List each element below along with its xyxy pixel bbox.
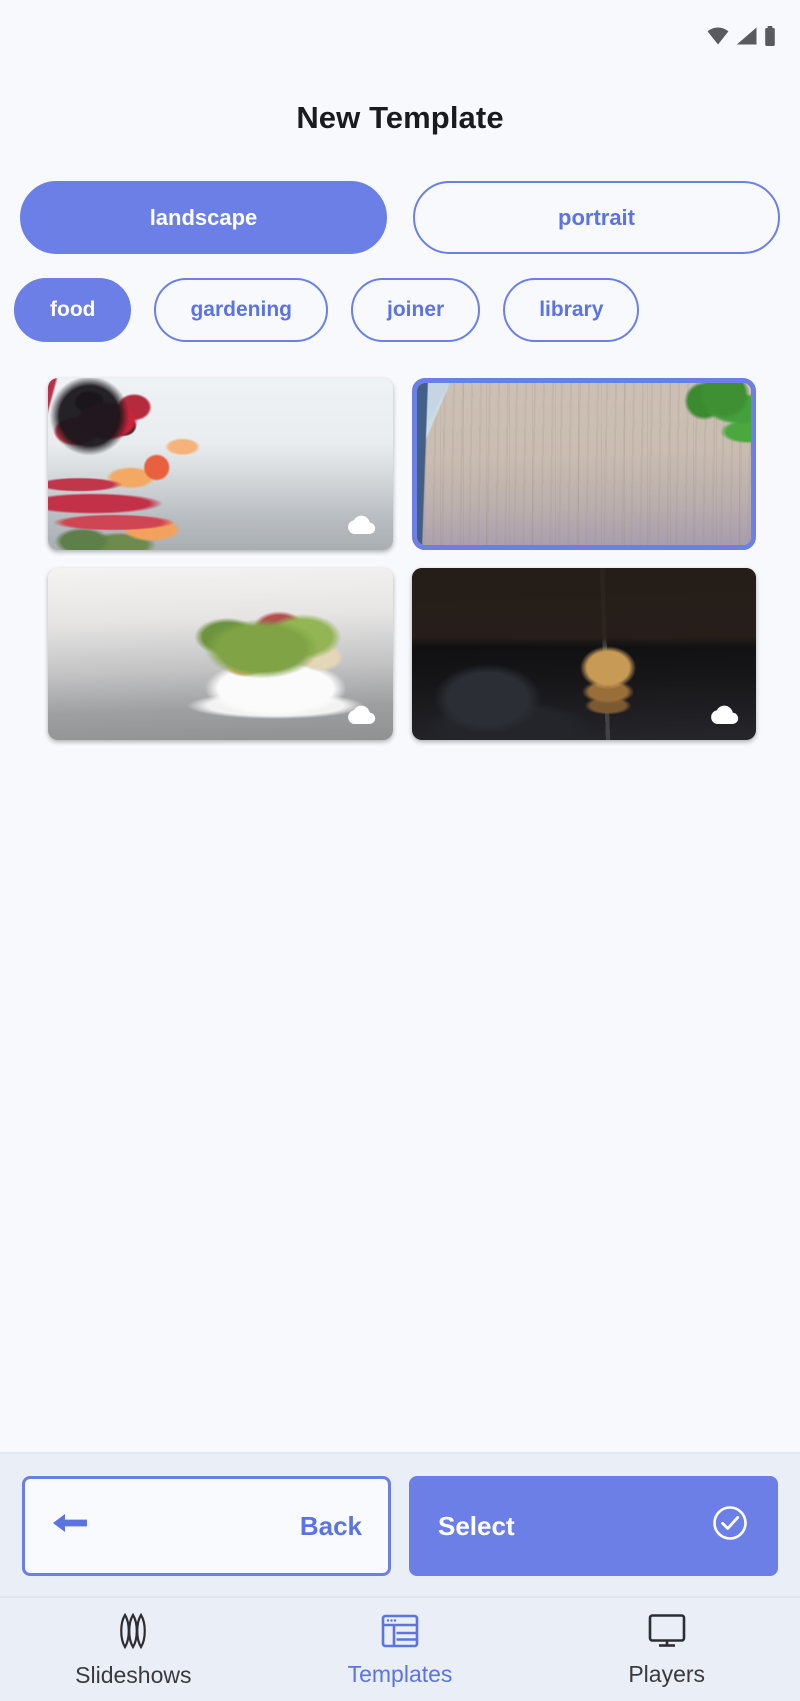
orientation-option-landscape[interactable]: landscape <box>20 181 387 254</box>
category-chip-gardening-label: gardening <box>190 298 292 321</box>
template-preview-image <box>411 568 756 740</box>
nav-item-slideshows-label: Slideshows <box>75 1661 192 1688</box>
arrow-left-icon <box>51 1510 89 1543</box>
template-preview-image <box>48 378 393 550</box>
template-preview-image <box>48 568 393 740</box>
back-button-label: Back <box>299 1510 362 1541</box>
orientation-selector: landscape portrait <box>0 181 800 254</box>
battery-icon <box>764 26 776 46</box>
template-preview-image <box>416 383 751 545</box>
nav-item-templates-label: Templates <box>347 1660 453 1687</box>
page-title: New Template <box>296 100 504 135</box>
nav-item-slideshows[interactable]: Slideshows <box>0 1598 267 1701</box>
wifi-icon <box>707 27 729 45</box>
monitor-icon <box>646 1612 688 1655</box>
category-chip-row[interactable]: food gardening joiner library <box>0 278 800 342</box>
category-chip-library[interactable]: library <box>503 278 640 342</box>
action-bar: Back Select <box>0 1452 800 1596</box>
bottom-navigation: Slideshows Templates Players <box>0 1596 800 1701</box>
category-chip-joiner-label: joiner <box>387 298 445 321</box>
nav-item-players[interactable]: Players <box>533 1598 800 1701</box>
nav-item-players-label: Players <box>628 1660 706 1687</box>
orientation-option-portrait[interactable]: portrait <box>413 181 780 254</box>
category-chip-library-label: library <box>539 298 604 321</box>
template-grid <box>0 378 800 740</box>
status-bar <box>0 0 800 72</box>
layout-window-icon <box>380 1612 420 1655</box>
orientation-option-landscape-label: landscape <box>149 204 258 230</box>
back-button[interactable]: Back <box>22 1476 391 1576</box>
cellular-signal-icon <box>736 27 757 45</box>
cloud-icon <box>706 703 740 727</box>
category-chip-food[interactable]: food <box>14 278 132 342</box>
template-thumbnail-berries-and-rhubarb[interactable] <box>48 378 393 550</box>
template-thumbnail-dark-burger[interactable] <box>411 568 756 740</box>
template-thumbnail-salad-bowl[interactable] <box>48 568 393 740</box>
select-button[interactable]: Select <box>409 1476 778 1576</box>
select-button-label: Select <box>438 1510 515 1541</box>
nav-item-templates[interactable]: Templates <box>267 1598 534 1701</box>
category-chip-gardening[interactable]: gardening <box>154 278 328 342</box>
cloud-icon <box>343 703 377 727</box>
layers-wave-icon <box>112 1611 154 1656</box>
category-chip-food-label: food <box>50 298 96 321</box>
app-screen: New Template landscape portrait food gar… <box>0 0 800 1701</box>
orientation-option-portrait-label: portrait <box>558 204 635 230</box>
check-circle-icon <box>711 1504 749 1549</box>
category-chip-joiner[interactable]: joiner <box>351 278 481 342</box>
cloud-icon <box>343 513 377 537</box>
template-thumbnail-wood-board-herbs[interactable] <box>411 378 756 550</box>
